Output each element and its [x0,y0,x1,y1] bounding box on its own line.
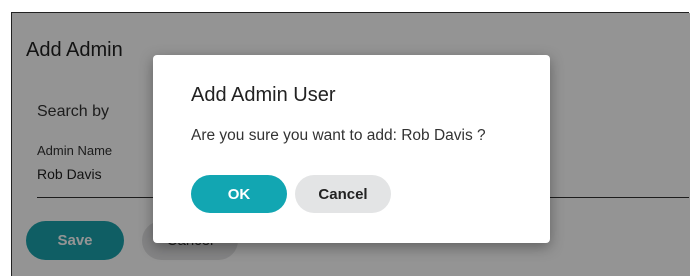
cancel-button[interactable]: Cancel [295,175,391,213]
dialog-message: Are you sure you want to add: Rob Davis … [191,127,486,144]
add-admin-dialog: Add Admin User Are you sure you want to … [153,55,550,243]
ok-button[interactable]: OK [191,175,287,213]
dialog-title: Add Admin User [191,84,336,106]
